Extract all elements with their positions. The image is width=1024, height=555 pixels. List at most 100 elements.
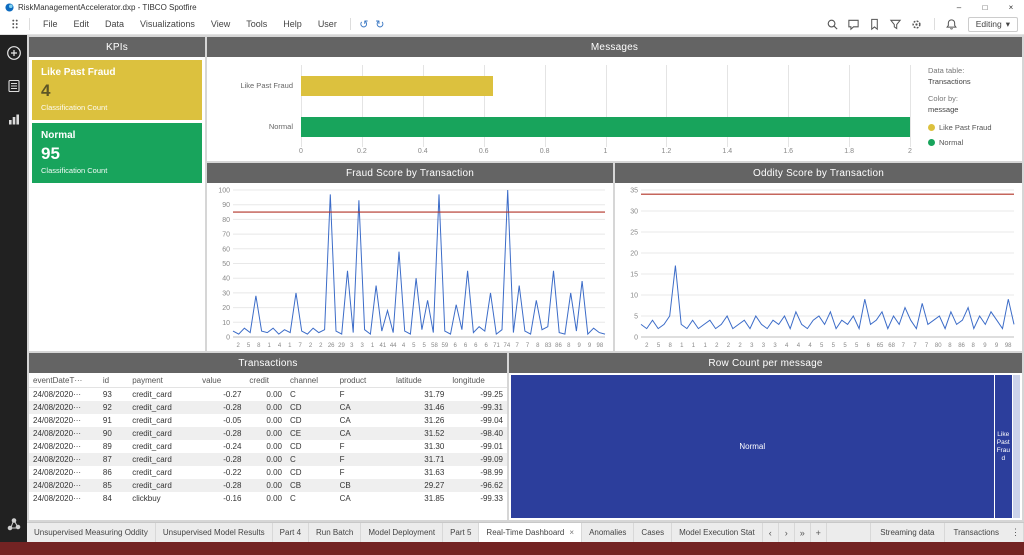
settings-gear-icon[interactable]	[908, 16, 926, 32]
column-header-channel[interactable]: channel	[286, 373, 336, 388]
page-tab-unsupervised-measuring-oddity[interactable]: Unsupervised Measuring Oddity	[27, 523, 156, 542]
table-row[interactable]: 24/08/2020··· 93 credit_card -0.27 0.00 C F 31.…	[29, 388, 507, 402]
column-header-id[interactable]: id	[98, 373, 129, 388]
svg-text:1: 1	[680, 343, 684, 349]
table-row[interactable]: 24/08/2020··· 87 credit_card -0.28 0.00 C F 31.…	[29, 453, 507, 466]
table-cell: 0.00	[266, 390, 282, 399]
column-header-product[interactable]: product	[335, 373, 392, 388]
menu-grid-icon[interactable]	[6, 16, 24, 32]
fraud-score-line-chart[interactable]: 0 10 20 30 40 50 60 70 80 90 100 2 5 8 1 4 1 7 2 2 26 29 3 3 1 41…	[207, 183, 613, 351]
page-tab-cases[interactable]: Cases	[634, 523, 673, 542]
treemap-scrollbar[interactable]	[1013, 375, 1020, 518]
kpi-sublabel: Classification Count	[41, 166, 108, 175]
table-cell: 0.00	[266, 468, 282, 477]
maximize-button[interactable]: □	[972, 0, 998, 14]
page-tab-part-4[interactable]: Part 4	[273, 523, 310, 542]
column-header-payment[interactable]: payment	[128, 373, 199, 388]
add-icon[interactable]	[5, 44, 23, 62]
table-cell: -99.09	[480, 455, 503, 464]
column-header-latitude[interactable]: latitude	[391, 373, 449, 388]
treemap-tile-normal[interactable]: Normal	[511, 375, 994, 518]
table-cell: -99.25	[480, 390, 503, 399]
tab-scroll-right[interactable]: ›	[779, 523, 795, 542]
menu-edit[interactable]: Edit	[66, 19, 98, 29]
bookmark-icon[interactable]	[866, 16, 884, 32]
menu-file[interactable]: File	[35, 19, 66, 29]
treemap-tile-like-past-fraud[interactable]: Like Past Frau d	[994, 375, 1012, 518]
svg-text:98: 98	[1005, 343, 1012, 349]
tab-scroll-left[interactable]: ‹	[763, 523, 779, 542]
page-tab-part-5[interactable]: Part 5	[443, 523, 480, 542]
svg-text:8: 8	[257, 343, 261, 349]
transactions-table[interactable]: eventDateT··· id payment value credit channel…	[29, 373, 507, 505]
bar-like-past-fraud[interactable]	[301, 75, 493, 96]
svg-text:7: 7	[925, 343, 929, 349]
bar-normal[interactable]	[301, 116, 910, 137]
editing-mode-dropdown[interactable]: Editing ▾	[967, 16, 1018, 32]
analytics-chart-icon[interactable]	[5, 110, 23, 128]
page-tab-real-time-dashboard[interactable]: Real-Time Dashboard ×	[479, 523, 583, 542]
kpi-card-like-past-fraud[interactable]: Like Past Fraud 4 Classification Count	[32, 60, 202, 120]
table-row[interactable]: 24/08/2020··· 90 credit_card -0.28 0.00 CE CA 3…	[29, 427, 507, 440]
page-tab-model-deployment[interactable]: Model Deployment	[361, 523, 444, 542]
oddity-score-line-chart[interactable]: 0 5 10 15 20 25 30 35 2 5 8 1 1 1 2 2 2 3 3 3 4 4 4 5 5 5 5 6 65 68 7 7…	[615, 183, 1022, 351]
tab-overflow-menu[interactable]: ⋮	[1008, 523, 1024, 542]
menu-help[interactable]: Help	[275, 19, 310, 29]
undo-button[interactable]: ↺	[356, 18, 372, 31]
svg-text:2: 2	[319, 343, 323, 349]
table-row[interactable]: 24/08/2020··· 86 credit_card -0.22 0.00 CD F 31…	[29, 466, 507, 479]
data-tab-transactions[interactable]: Transactions	[943, 523, 1009, 542]
svg-text:40: 40	[222, 276, 230, 283]
menu-user[interactable]: User	[310, 19, 345, 29]
color-by-value[interactable]: message	[928, 105, 1014, 115]
table-row[interactable]: 24/08/2020··· 92 credit_card -0.28 0.00 CD CA 3…	[29, 401, 507, 414]
column-header-value[interactable]: value	[198, 373, 246, 388]
page-tab-model-execution-stat[interactable]: Model Execution Stat	[672, 523, 763, 542]
add-page-button[interactable]: +	[811, 523, 827, 542]
menu-view[interactable]: View	[203, 19, 238, 29]
kpi-sublabel: Classification Count	[41, 103, 108, 112]
notifications-bell-icon[interactable]	[943, 16, 961, 32]
table-row[interactable]: 24/08/2020··· 89 credit_card -0.24 0.00 CD F 31…	[29, 440, 507, 453]
row-count-treemap[interactable]: Normal Like Past Frau d	[509, 373, 1022, 520]
close-button[interactable]: ×	[998, 0, 1024, 14]
table-cell: 31.26	[424, 416, 445, 425]
menu-tools[interactable]: Tools	[238, 19, 275, 29]
svg-text:86: 86	[958, 343, 965, 349]
table-cell: 31.52	[424, 429, 445, 438]
data-table-value[interactable]: Transactions	[928, 77, 1014, 87]
kpi-card-normal[interactable]: Normal 95 Classification Count	[32, 123, 202, 183]
filter-icon[interactable]	[887, 16, 905, 32]
redo-button[interactable]: ↻	[372, 18, 388, 31]
data-panel-icon[interactable]	[5, 77, 23, 95]
page-tab-unsupervised-model-results[interactable]: Unsupervised Model Results	[156, 523, 273, 542]
svg-text:20: 20	[630, 251, 638, 258]
menu-data[interactable]: Data	[97, 19, 132, 29]
column-header-eventdatet[interactable]: eventDateT···	[29, 373, 99, 388]
table-cell: -96.62	[480, 481, 503, 490]
svg-text:58: 58	[431, 343, 438, 349]
minimize-button[interactable]: –	[946, 0, 972, 14]
svg-text:5: 5	[820, 343, 824, 349]
page-tab-anomalies[interactable]: Anomalies	[582, 523, 635, 542]
legend-item[interactable]: Like Past Fraud	[928, 123, 1014, 133]
svg-text:65: 65	[877, 343, 884, 349]
search-icon[interactable]	[824, 16, 842, 32]
tab-last[interactable]: »	[795, 523, 811, 542]
table-row[interactable]: 24/08/2020··· 91 credit_card -0.05 0.00 CD CA 3…	[29, 414, 507, 427]
svg-text:2: 2	[236, 343, 240, 349]
legend-item[interactable]: Normal	[928, 138, 1014, 148]
messages-bar-chart[interactable]: Like Past Fraud Normal 0 0.2 0.4 0.6 0.8 1 1.2 1…	[207, 57, 920, 161]
page-tab-run-batch[interactable]: Run Batch	[309, 523, 362, 542]
data-tab-streaming-data[interactable]: Streaming data	[870, 523, 943, 542]
comment-icon[interactable]	[845, 16, 863, 32]
table-cell: 31.85	[424, 494, 445, 503]
table-row[interactable]: 24/08/2020··· 84 clickbuy -0.16 0.00 C CA 31.85…	[29, 492, 507, 505]
table-row[interactable]: 24/08/2020··· 85 credit_card -0.28 0.00 CB CB 2…	[29, 479, 507, 492]
column-header-longitude[interactable]: longitude	[448, 373, 507, 388]
column-header-credit[interactable]: credit	[245, 373, 286, 388]
close-tab-icon[interactable]: ×	[569, 528, 574, 537]
svg-text:50: 50	[222, 261, 230, 268]
collaboration-network-icon[interactable]	[5, 515, 23, 533]
menu-visualizations[interactable]: Visualizations	[132, 19, 203, 29]
